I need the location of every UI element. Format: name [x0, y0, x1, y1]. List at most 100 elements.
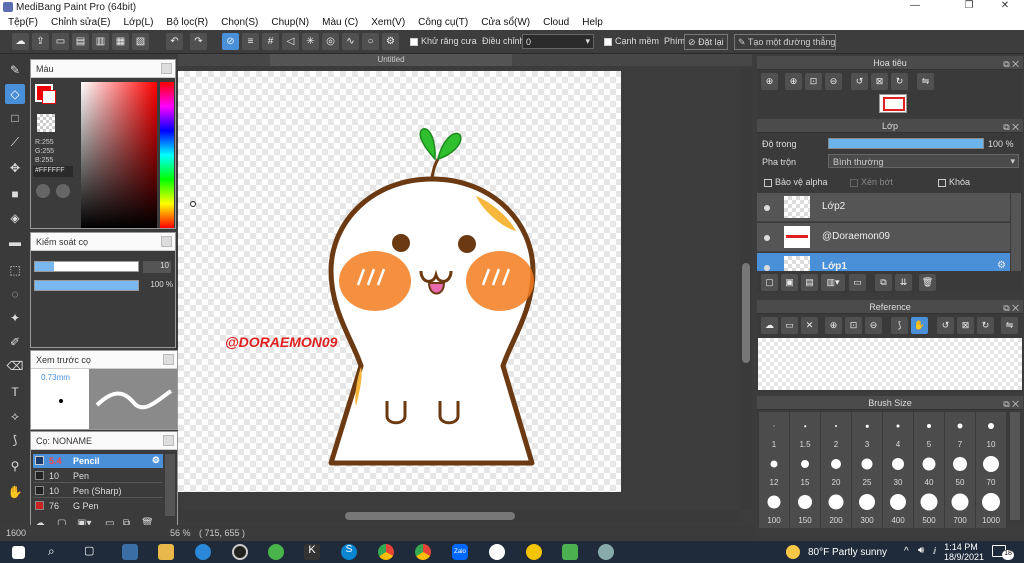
undo-icon[interactable]: ↶	[166, 33, 183, 50]
eye-icon[interactable]	[764, 235, 770, 241]
menu-tools[interactable]: Công cụ(T)	[418, 17, 468, 28]
background-color-swatch[interactable]	[37, 114, 55, 132]
redo-icon[interactable]: ↷	[190, 33, 207, 50]
brush-size-option[interactable]: 200	[821, 488, 851, 528]
reference-zoom-in-icon[interactable]: ⊕	[825, 317, 842, 334]
cloud-icon[interactable]: ☁	[12, 33, 29, 50]
brush-size-option[interactable]: 50	[945, 450, 975, 490]
rotate-left-icon[interactable]: ↺	[851, 73, 868, 90]
reference-zoom-out-icon[interactable]: ⊖	[865, 317, 882, 334]
eye-icon[interactable]	[764, 205, 770, 211]
language-icon[interactable]: ⅈ	[933, 546, 936, 557]
brush-item-g-pen[interactable]: 76 G Pen	[33, 499, 163, 513]
brush-size-option[interactable]: 20	[821, 450, 851, 490]
brush-size-option[interactable]: 4	[883, 412, 913, 452]
panel-close-icon[interactable]	[163, 435, 174, 446]
brush-size-option[interactable]: 700	[945, 488, 975, 528]
eraser-tool-icon[interactable]: ◇	[5, 84, 25, 104]
concentric-icon[interactable]: ◎	[322, 33, 339, 50]
brush-size-option[interactable]: 40	[914, 450, 944, 490]
brush-size-option[interactable]: 7	[945, 412, 975, 452]
panel-icon[interactable]: ▥	[92, 33, 109, 50]
folder-icon[interactable]: ▭	[849, 274, 866, 291]
curve-icon[interactable]: ∿	[342, 33, 359, 50]
chrome-alt-icon[interactable]	[415, 544, 431, 560]
reference-fit-icon[interactable]: ⊡	[845, 317, 862, 334]
reference-close-icon[interactable]: ✕	[801, 317, 818, 334]
menu-view[interactable]: Xem(V)	[371, 17, 405, 28]
edge-icon[interactable]	[195, 544, 211, 560]
select-eraser-icon[interactable]: ⌫	[5, 356, 25, 376]
brush-size-scrollbar[interactable]	[1010, 412, 1020, 520]
clipping-checkbox[interactable]: Xén bớt	[850, 177, 893, 187]
brush-size-option[interactable]: 30	[883, 450, 913, 490]
pipette-tool-icon[interactable]: ⚲	[5, 456, 25, 476]
share-icon[interactable]: ⇪	[32, 33, 49, 50]
brush-size-option[interactable]: 3	[852, 412, 882, 452]
hue-slider[interactable]	[160, 82, 174, 228]
grid-snap-icon[interactable]: #	[262, 33, 279, 50]
clock[interactable]: 1:14 PM 18/9/2021	[944, 542, 984, 562]
search-icon[interactable]: ⌕	[48, 544, 64, 560]
reference-eyedropper-icon[interactable]: ⟆	[891, 317, 908, 334]
lock-checkbox[interactable]: Khóa	[938, 177, 970, 187]
brush-size-option[interactable]: 25	[852, 450, 882, 490]
menu-color[interactable]: Màu (C)	[322, 17, 358, 28]
app-white-icon[interactable]	[489, 544, 505, 560]
brush-tool-icon[interactable]: ✎	[5, 60, 25, 80]
ruler-button[interactable]: ✎ Tạo một đường thẳng	[734, 34, 836, 50]
fit-screen-icon[interactable]: ⊡	[805, 73, 822, 90]
navigator-thumbnail[interactable]	[879, 94, 907, 113]
brush-item-pen-sharp[interactable]: 10 Pen (Sharp)	[33, 484, 163, 498]
gradient-tool-icon[interactable]: ▬	[5, 232, 25, 252]
menu-cloud[interactable]: Cloud	[543, 17, 569, 28]
fill-rect-tool-icon[interactable]: ■	[5, 184, 25, 204]
material-icon[interactable]: ▤	[72, 33, 89, 50]
brush-size-option[interactable]: 10	[976, 412, 1006, 452]
eyedropper-tool-icon[interactable]: ⟆	[5, 430, 25, 450]
brush-size-option[interactable]: 2	[821, 412, 851, 452]
panel-close-icon[interactable]	[161, 63, 172, 74]
bucket-tool-icon[interactable]: ◈	[5, 208, 25, 228]
layer-scrollbar[interactable]	[1011, 193, 1021, 271]
brush-size-option[interactable]: 300	[852, 488, 882, 528]
zoom-in-icon[interactable]: ⊕	[785, 73, 802, 90]
protect-alpha-checkbox[interactable]: Bảo vệ alpha	[764, 177, 828, 187]
reset-view-icon[interactable]: ⊠	[871, 73, 888, 90]
panel-maximize-icon[interactable]: ⧉ ✕	[1003, 301, 1019, 315]
panel-maximize-icon[interactable]: ⧉ ✕	[1003, 57, 1019, 71]
menu-file[interactable]: Tệp(F)	[8, 17, 38, 28]
close-icon[interactable]: ✕	[990, 0, 1020, 14]
minimize-icon[interactable]: —	[900, 0, 930, 14]
text-tool-icon[interactable]: T	[5, 382, 25, 402]
reference-cloud-icon[interactable]: ☁	[761, 317, 778, 334]
palette-icon[interactable]	[36, 184, 50, 198]
canvas-hscroll[interactable]	[178, 510, 740, 522]
volume-icon[interactable]: 🔊︎	[918, 545, 924, 556]
chrome-icon[interactable]	[378, 544, 394, 560]
canvas-hscroll-thumb[interactable]	[345, 512, 515, 520]
parallel-snap-icon[interactable]: ≡	[242, 33, 259, 50]
brush-size-option[interactable]: 150	[790, 488, 820, 528]
perspective-icon[interactable]: ◁	[282, 33, 299, 50]
store-icon[interactable]	[122, 544, 138, 560]
reference-rotate-right-icon[interactable]: ↻	[977, 317, 994, 334]
reset-button[interactable]: ⊘ Đặt lại	[684, 34, 728, 50]
blend-mode-select[interactable]: Bình thường ▾	[828, 154, 1019, 168]
skype-icon[interactable]: S	[341, 544, 357, 560]
hex-field[interactable]: #FFFFFF	[33, 166, 73, 177]
lasso-tool-icon[interactable]: ◌	[5, 284, 25, 304]
grid-icon[interactable]: ▦	[112, 33, 129, 50]
layer-item-lop1[interactable]: Lớp1 ⚙	[757, 253, 1010, 271]
brush-size-slider[interactable]	[34, 261, 139, 272]
medibang-icon[interactable]	[598, 544, 614, 560]
merge-layer-icon[interactable]: ⇊	[895, 274, 912, 291]
saturation-value-picker[interactable]	[81, 82, 157, 228]
reference-rotate-left-icon[interactable]: ↺	[937, 317, 954, 334]
line-tool-icon[interactable]: ⟋	[5, 132, 25, 152]
zoom-out-icon[interactable]: ⊖	[825, 73, 842, 90]
brush-size-option[interactable]: 12	[759, 450, 789, 490]
snap-off-icon[interactable]: ⊘	[222, 33, 239, 50]
canvas-vscroll[interactable]	[740, 68, 752, 510]
k-app-icon[interactable]: K	[304, 544, 320, 560]
